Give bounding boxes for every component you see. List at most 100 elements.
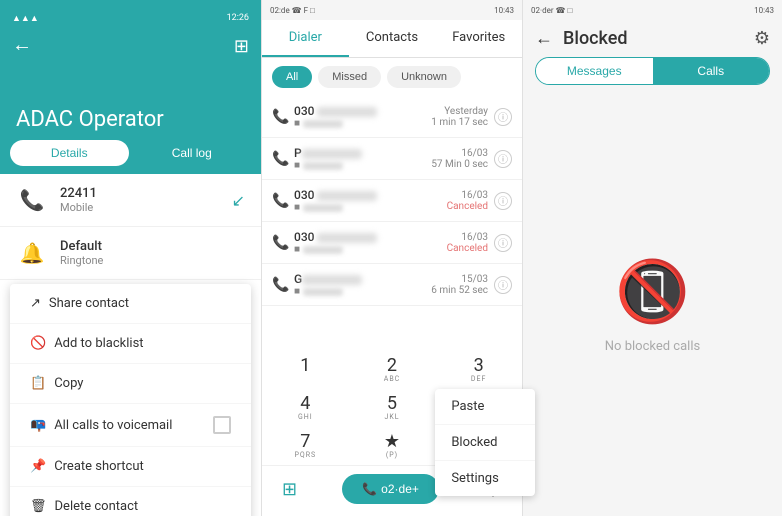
qr-icon[interactable]: ⊞ [234,36,249,57]
key-letters: ABC [384,375,400,383]
call-info: P ■ [294,146,425,171]
phone-icon: 📞 [16,184,48,216]
info-button[interactable]: ⓘ [494,234,512,252]
phone-icon-small: 📞 [362,482,377,496]
status-bar-3: 02·der ☎ □ 10:43 [523,0,782,20]
call-info: 030 ■ [294,230,441,255]
filter-unknown[interactable]: Unknown [387,66,461,88]
call-type-icon: 📞 [272,235,288,251]
dialpad-grid: 1 2 ABC 3 DEF 4 GHI 5 JKL Paste B [262,351,522,465]
menu-share-label: Share contact [49,296,129,311]
dialpad-key-5[interactable]: 5 JKL Paste Blocked Settings [349,389,436,427]
dropdown-settings[interactable]: Settings [435,461,535,496]
nav-contacts[interactable]: Contacts [349,20,436,57]
table-row[interactable]: 📞 030 ■ Yesterday 1 min 17 sec ⓘ [262,96,522,138]
menu-copy[interactable]: 📋 Copy [10,364,251,404]
status-left-3: 02·der ☎ □ [531,6,572,15]
blocked-header: ← Blocked ⚙ [523,20,782,57]
block-icon: 🚫 [30,336,46,351]
call-canceled: Canceled [447,243,488,254]
call-type-icon: 📞 [272,109,288,125]
call-list: 📞 030 ■ Yesterday 1 min 17 sec ⓘ 📞 P ■ [262,96,522,347]
caller-sub: ■ [294,244,441,255]
nav-favorites[interactable]: Favorites [435,20,522,57]
key-letters: GHI [298,413,313,421]
key-num: ★ [384,433,400,451]
filter-all[interactable]: All [272,66,312,88]
dialpad-key-2[interactable]: 2 ABC [349,351,436,389]
contact-panel: ▲▲▲ 12:26 ← ⊞ ADAC Operator Details Call… [0,0,261,516]
call-date: 16/03 [447,232,488,243]
info-button[interactable]: ⓘ [494,192,512,210]
settings-gear-icon[interactable]: ⚙ [754,28,770,49]
menu-voicemail[interactable]: 📭 All calls to voicemail [10,404,251,447]
key-num: 3 [474,357,484,375]
call-time: Yesterday 1 min 17 sec [431,106,488,128]
call-info: 030 ■ [294,104,425,129]
caller-sub: ■ [294,202,441,213]
ringtone-row: 🔔 Default Ringtone [0,227,261,280]
filter-tabs: All Missed Unknown [262,58,522,96]
dialpad-key-star[interactable]: ★ (P) [349,427,436,465]
status-bar-2: 02:de ☎ F □ 10:43 [262,0,522,20]
key-letters: (P) [386,451,398,459]
voicemail-icon: 📭 [30,418,46,433]
shortcut-icon: 📌 [30,459,46,474]
call-date: Yesterday [431,106,488,117]
sub-icon: ■ [294,286,300,297]
call-type-icon: 📞 [272,151,288,167]
bell-icon: 🔔 [16,237,48,269]
table-row[interactable]: 📞 P ■ 16/03 57 Min 0 sec ⓘ [262,138,522,180]
call-button[interactable]: 📞 o2·de+ [342,474,439,504]
phone-number: 22411 [60,186,97,201]
tab-calls[interactable]: Calls [653,58,770,84]
status-left: 02:de ☎ F □ [270,6,315,15]
call-type-icon: 📞 [272,193,288,209]
dropdown-paste[interactable]: Paste [435,389,535,425]
menu-share-contact[interactable]: ↗ Share contact [10,284,251,324]
key-num: 1 [300,357,310,375]
panel3-title: Blocked [563,28,744,49]
call-time: 15/03 6 min 52 sec [431,274,488,296]
grid-button[interactable]: ⊞ [282,479,297,500]
table-row[interactable]: 📞 030 ■ 16/03 Canceled ⓘ [262,222,522,264]
table-row[interactable]: 📞 G ■ 15/03 6 min 52 sec ⓘ [262,264,522,306]
contact-content: 📞 22411 Mobile ↙ 🔔 Default Ringtone ↗ Sh… [0,174,261,516]
dialpad-key-7[interactable]: 7 PQRS [262,427,349,465]
dialpad-key-1[interactable]: 1 [262,351,349,389]
dialpad-key-4[interactable]: 4 GHI [262,389,349,427]
blocked-content: 📵 No blocked calls [523,93,782,516]
caller-number: G [294,272,425,286]
info-button[interactable]: ⓘ [494,108,512,126]
voicemail-checkbox[interactable] [213,416,231,434]
info-button[interactable]: ⓘ [494,150,512,168]
menu-delete-label: Delete contact [55,499,139,514]
menu-delete[interactable]: 🗑 Delete contact [10,487,251,516]
call-canceled: Canceled [447,201,488,212]
call-date: 15/03 [431,274,488,285]
phone-info: 22411 Mobile [60,186,97,214]
table-row[interactable]: 📞 030 ■ 16/03 Canceled ⓘ [262,180,522,222]
back-button-3[interactable]: ← [535,28,553,49]
menu-shortcut[interactable]: 📌 Create shortcut [10,447,251,487]
tab-messages[interactable]: Messages [536,58,653,84]
tab-call-log[interactable]: Call log [133,140,252,166]
caller-sub: ■ [294,160,425,171]
caller-sub: ■ [294,118,425,129]
caller-number: 030 [294,230,441,244]
context-menu: ↗ Share contact 🚫 Add to blacklist 📋 Cop… [10,284,251,516]
nav-dialer[interactable]: Dialer [262,20,349,57]
tab-details[interactable]: Details [10,140,129,166]
dropdown-blocked[interactable]: Blocked [435,425,535,461]
menu-add-blacklist[interactable]: 🚫 Add to blacklist [10,324,251,364]
status-icons-left: ▲▲▲ [12,13,39,24]
filter-missed[interactable]: Missed [318,66,381,88]
key-letters: DEF [471,375,486,383]
call-arrow-icon[interactable]: ↙ [232,191,245,210]
dialpad-dropdown: Paste Blocked Settings [435,389,535,496]
dialpad-key-3[interactable]: 3 DEF [435,351,522,389]
back-button[interactable]: ← [12,32,32,56]
info-button[interactable]: ⓘ [494,276,512,294]
delete-icon: 🗑 [30,499,47,514]
blocked-panel: 02·der ☎ □ 10:43 ← Blocked ⚙ Messages Ca… [522,0,782,516]
